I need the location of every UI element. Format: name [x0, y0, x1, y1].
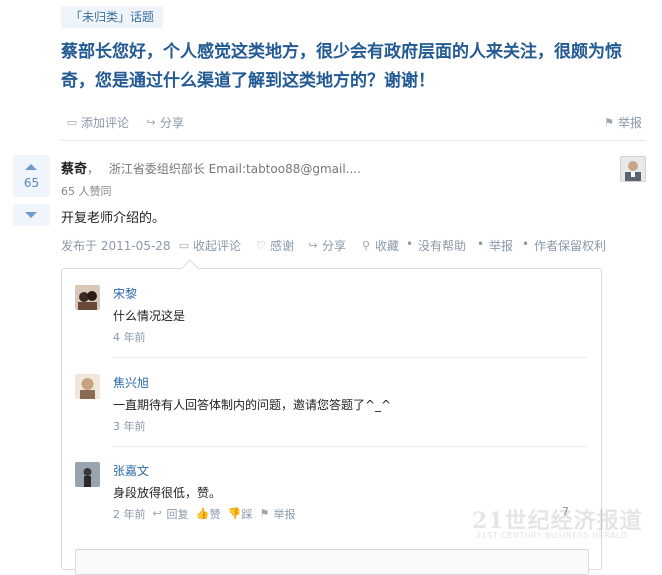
- no-help-link[interactable]: 没有帮助: [418, 237, 466, 254]
- author-name[interactable]: 蔡奇: [61, 162, 87, 177]
- watermark-subtitle: 21ST CENTURY BUSINESS HERALD: [476, 531, 628, 540]
- comment-icon: ▭: [66, 115, 78, 129]
- notch: [181, 259, 199, 277]
- reply-link[interactable]: ↩ 回复: [153, 506, 189, 522]
- thumbs-up-icon: 👍: [195, 507, 210, 520]
- answer-meta: 发布于 2011-05-28 ▭ 收起评论 ♡ 感谢 ↪ 分享 ⚲ 收藏 • 没…: [61, 237, 651, 253]
- avatar[interactable]: [75, 462, 100, 487]
- topic-tag[interactable]: 「未归类」话题: [61, 6, 164, 28]
- vote-count: 65: [23, 176, 40, 190]
- answer-content: 开复老师介绍的。: [61, 211, 166, 226]
- author-bio: 浙江省委组织部长 Email:tabtoo88@gmail....: [108, 162, 361, 176]
- arrow-up-icon: [25, 164, 37, 170]
- like-label: 赞: [209, 508, 221, 521]
- author-separator: ，: [87, 162, 100, 176]
- comment-time: 4 年前: [113, 331, 146, 344]
- comment-divider: [113, 446, 587, 447]
- share-label: 分享: [322, 239, 347, 253]
- comment-divider: [113, 357, 587, 358]
- vote-up-button[interactable]: 65: [13, 155, 50, 197]
- add-comment-link[interactable]: ▭ 添加评论: [66, 114, 129, 131]
- share-link[interactable]: ↪ 分享: [307, 237, 346, 254]
- collapse-comments-label: 收起评论: [193, 239, 242, 253]
- report-link[interactable]: 举报: [489, 237, 513, 254]
- heart-icon: ♡: [256, 238, 266, 252]
- thumbs-down-icon: 👎: [227, 507, 242, 520]
- divider: [61, 140, 646, 141]
- favorite-label: 收藏: [375, 239, 400, 253]
- add-comment-label: 添加评论: [81, 116, 130, 130]
- published-date[interactable]: 发布于 2011-05-28: [61, 237, 171, 254]
- thanks-link[interactable]: ♡ 感谢: [255, 237, 294, 254]
- flag-icon: ⚑: [604, 115, 614, 129]
- vote-down-button[interactable]: [13, 204, 50, 226]
- thanks-label: 感谢: [270, 239, 295, 253]
- arrow-down-icon: [25, 212, 37, 218]
- copyright-link[interactable]: 作者保留权利: [534, 237, 606, 254]
- author-line: 蔡奇， 浙江省委组织部长 Email:tabtoo88@gmail....: [61, 158, 361, 177]
- report-link[interactable]: ⚑ 举报: [603, 114, 642, 131]
- reply-icon: ↩: [152, 507, 162, 520]
- comment-text: 一直期待有人回答体制内的问题，邀请您答题了^_^: [113, 398, 392, 412]
- comment-author[interactable]: 张嘉文: [113, 462, 149, 479]
- comment-input[interactable]: [75, 549, 589, 575]
- avatar[interactable]: [620, 156, 646, 182]
- avatar[interactable]: [75, 285, 100, 310]
- comment-icon: ▭: [178, 238, 190, 252]
- favorite-link[interactable]: ⚲ 收藏: [360, 237, 399, 254]
- report-label: 举报: [273, 508, 296, 521]
- share-icon: ↪: [146, 115, 156, 129]
- question-title[interactable]: 蔡部长您好，个人感觉这类地方，很少会有政府层面的人来关注，很颇为惊奇，您是通过什…: [61, 38, 646, 96]
- likes-count[interactable]: 65 人赞同: [61, 183, 112, 199]
- dot-separator: •: [406, 237, 414, 251]
- question-actions: ▭ 添加评论 ↪ 分享 ⚑ 举报: [66, 114, 646, 132]
- dot-separator: •: [477, 237, 485, 251]
- collapse-comments-link[interactable]: ▭ 收起评论: [178, 237, 241, 254]
- comment-time: 3 年前: [113, 420, 146, 433]
- comment-text: 身段放得很低，赞。: [113, 486, 222, 500]
- report-label: 举报: [618, 116, 643, 130]
- comment-author[interactable]: 焦兴旭: [113, 374, 149, 391]
- share-icon: ↪: [308, 238, 318, 252]
- bookmark-icon: ⚲: [361, 238, 371, 252]
- dislike-link[interactable]: 👎 踩: [228, 506, 253, 522]
- comment-text: 什么情况这是: [113, 309, 186, 323]
- report-link[interactable]: ⚑ 举报: [260, 506, 296, 522]
- avatar[interactable]: [75, 374, 100, 399]
- comment-time: 2 年前: [113, 508, 146, 521]
- reply-label: 回复: [166, 508, 189, 521]
- comment-author[interactable]: 宋黎: [113, 285, 137, 302]
- dislike-label: 踩: [241, 508, 253, 521]
- comment-actions: 2 年前 ↩ 回复 👍 赞 👎 踩 ⚑ 举报: [113, 506, 296, 522]
- share-label: 分享: [160, 116, 185, 130]
- share-link[interactable]: ↪ 分享: [145, 114, 184, 131]
- like-link[interactable]: 👍 赞: [196, 506, 221, 522]
- dot-separator: •: [522, 237, 530, 251]
- flag-icon: ⚑: [259, 507, 270, 520]
